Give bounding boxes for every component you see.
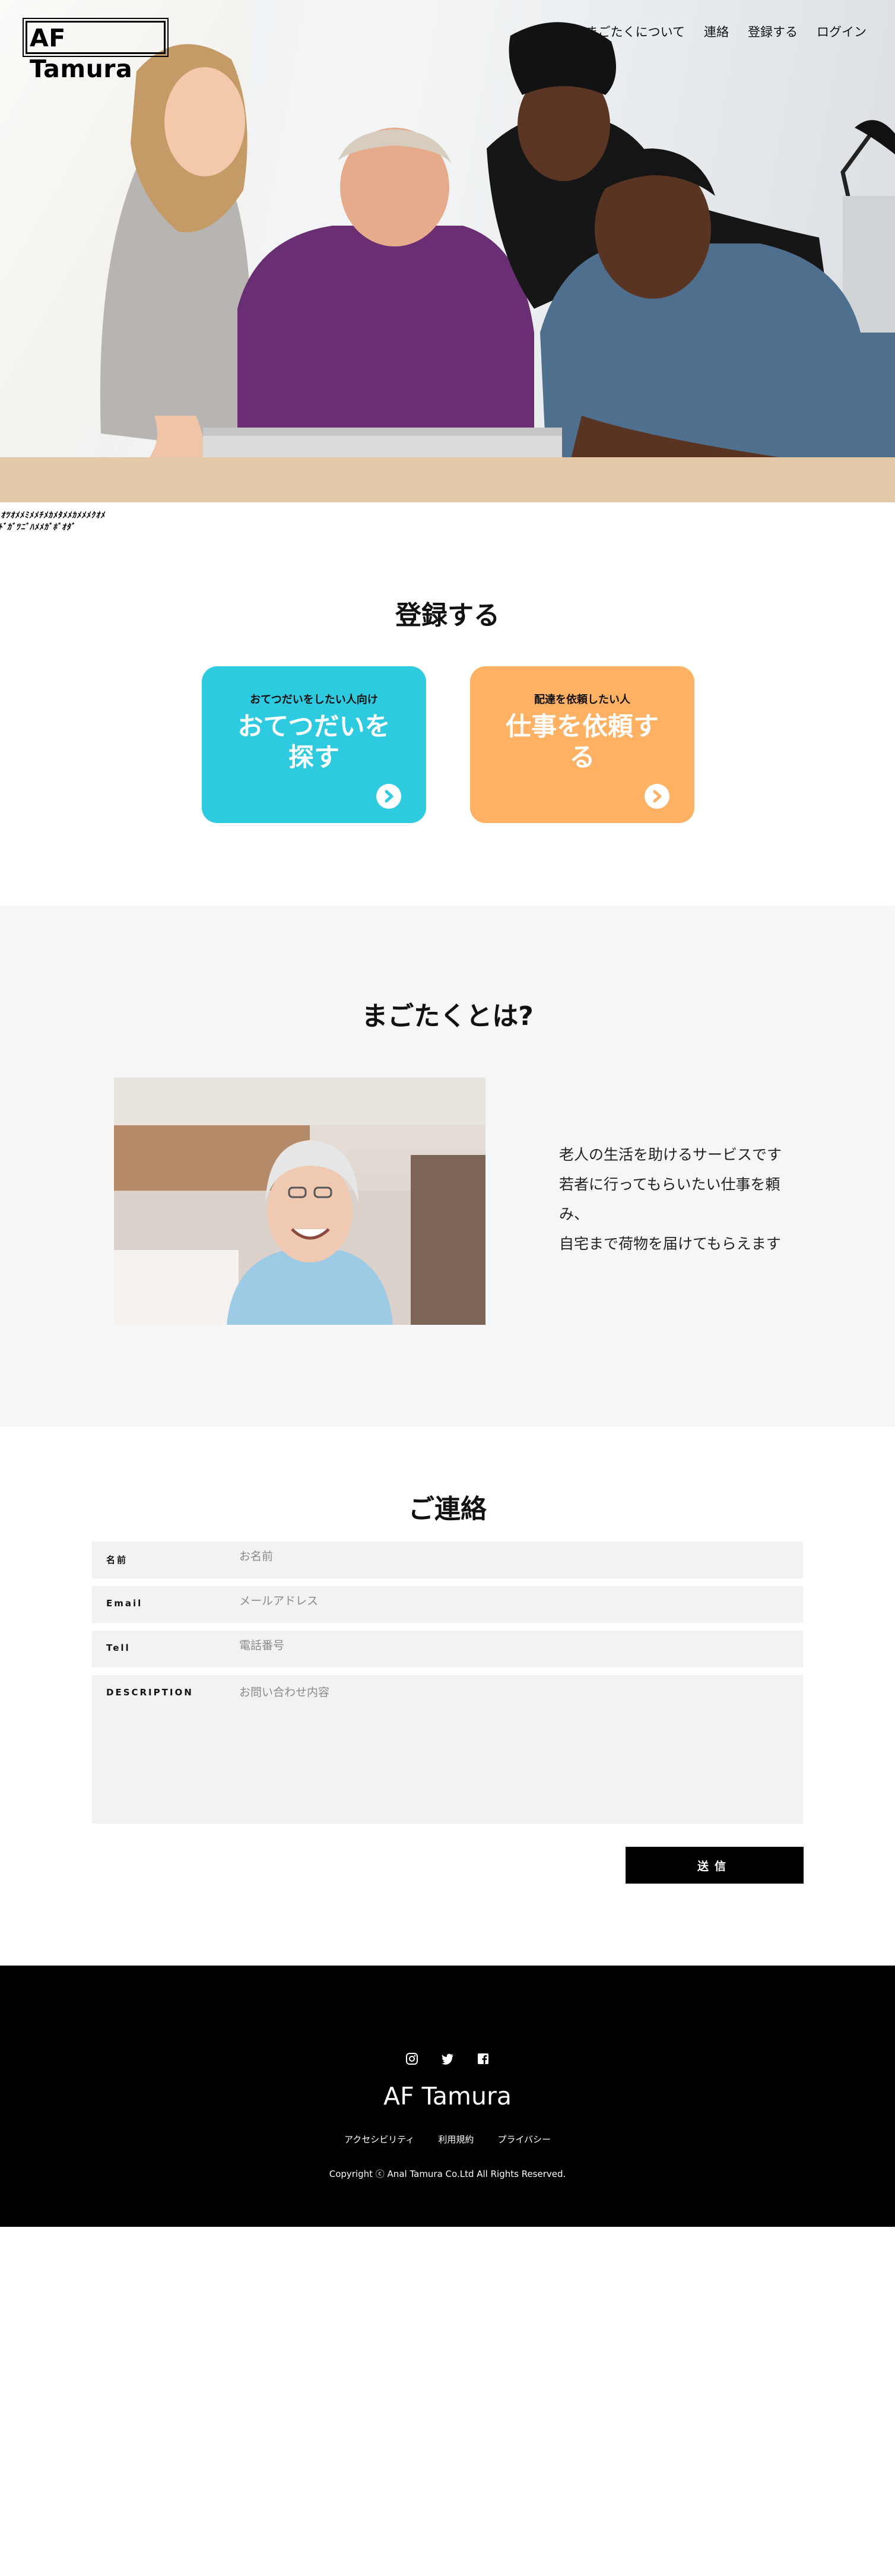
- hero-section: AF Tamura まごたくについて 連絡 登録する ログイン: [0, 0, 895, 502]
- nav-login[interactable]: ログイン: [817, 23, 867, 40]
- elderly-woman-image: [114, 1078, 485, 1325]
- description-row: DESCRIPTION: [92, 1675, 803, 1824]
- top-nav: まごたくについて 連絡 登録する ログイン: [586, 23, 867, 40]
- description-textarea[interactable]: [239, 1683, 785, 1802]
- name-row: 名前: [92, 1542, 803, 1578]
- email-row: Email: [92, 1586, 803, 1623]
- logo-text[interactable]: AF Tamura: [26, 21, 166, 83]
- copyright: Copyright ⓒ Anal Tamura Co.Ltd All Right…: [329, 2169, 566, 2179]
- twitter-icon[interactable]: [441, 2052, 454, 2065]
- request-job-subtitle: 配達を依頼したい人: [534, 694, 630, 706]
- contact-title: ご連絡: [408, 1494, 487, 1524]
- description-label: DESCRIPTION: [106, 1687, 193, 1698]
- about-title: まごたくとは?: [361, 1001, 534, 1031]
- nav-about[interactable]: まごたくについて: [586, 23, 685, 40]
- hero-image: [100, 22, 895, 502]
- find-job-card[interactable]: おてつだいをしたい人向け おてつだいを探す: [202, 666, 426, 823]
- phone-label: Tell: [106, 1643, 131, 1653]
- about-line-2: 若者に行ってもらいたい仕事を頼み、: [559, 1176, 780, 1223]
- email-label: Email: [106, 1598, 143, 1609]
- email-input[interactable]: [239, 1594, 785, 1607]
- about-photo: [114, 1078, 485, 1325]
- chevron-right-icon[interactable]: [376, 784, 401, 809]
- footer-links: アクセシビリティ 利用規約 プライバシー: [0, 2133, 895, 2145]
- about-section: まごたくとは? 老人の生活を助けるサービスです 若者に行ってもらいたい仕事を頼み…: [0, 906, 895, 1427]
- logo[interactable]: AF Tamura: [23, 18, 169, 83]
- phone-row: Tell: [92, 1631, 803, 1667]
- facebook-icon[interactable]: [477, 2052, 490, 2065]
- phone-input[interactable]: [239, 1639, 785, 1652]
- about-line-3: 自宅まで荷物を届けてもらえます: [559, 1235, 781, 1252]
- privacy-link[interactable]: プライバシー: [497, 2133, 551, 2145]
- footer-brand: AF Tamura: [383, 2082, 512, 2110]
- accessibility-link[interactable]: アクセシビリティ: [344, 2133, 414, 2145]
- find-job-subtitle: おてつだいをしたい人向け: [250, 694, 378, 706]
- request-job-card[interactable]: 配達を依頼したい人 仕事を依頼する: [470, 666, 694, 823]
- request-job-title: 仕事を依頼する: [506, 712, 659, 773]
- name-input[interactable]: [239, 1550, 785, 1563]
- register-title: 登録する: [395, 600, 500, 631]
- nav-register[interactable]: 登録する: [748, 23, 798, 40]
- name-label: 名前: [106, 1555, 128, 1565]
- terms-link[interactable]: 利用規約: [438, 2133, 474, 2145]
- social-links: [0, 2052, 895, 2065]
- instagram-icon[interactable]: [405, 2052, 418, 2065]
- decorative-glyph-text: ｵﾂｵﾒﾒﾐﾒﾒﾁﾒｶﾒﾀﾒﾒｶﾒﾒﾒｸｵﾒﾄﾞｶﾞﾂﾆﾞﾊﾒﾒｶﾞﾎﾞｵﾀﾞ: [0, 511, 107, 532]
- find-job-title: おてつだいを探す: [237, 712, 391, 773]
- about-line-1: 老人の生活を助けるサービスです: [559, 1146, 782, 1163]
- footer: AF Tamura アクセシビリティ 利用規約 プライバシー Copyright…: [0, 1966, 895, 2227]
- about-description: 老人の生活を助けるサービスです 若者に行ってもらいたい仕事を頼み、 自宅まで荷物…: [559, 1140, 808, 1259]
- chevron-right-icon[interactable]: [645, 784, 669, 809]
- submit-button[interactable]: 送信: [626, 1847, 804, 1884]
- nav-contact[interactable]: 連絡: [704, 23, 729, 40]
